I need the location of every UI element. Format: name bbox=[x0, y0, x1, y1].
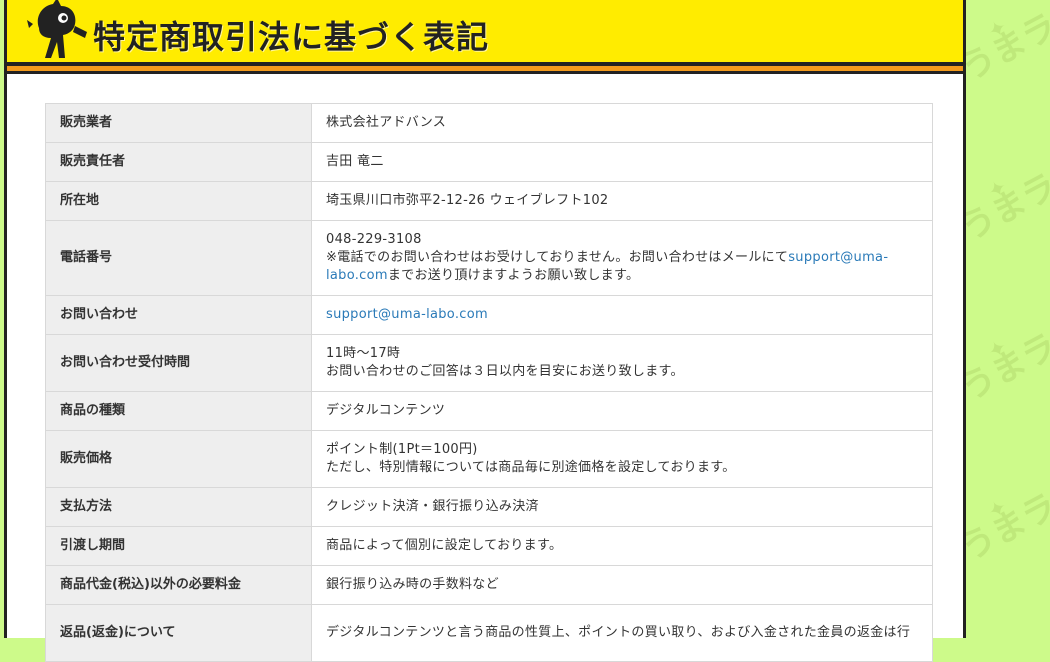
value-text: 11時～17時 bbox=[326, 346, 401, 361]
value-text: 銀行振り込み時の手数料など bbox=[326, 577, 499, 592]
row-value: 商品によって個別に設定しております。 bbox=[311, 526, 933, 566]
content-panel: 特定商取引法に基づく表記 販売業者 株式会社アドバンス 販売責任者 吉田 竜二 … bbox=[4, 0, 966, 662]
row-label: お問い合わせ bbox=[45, 295, 312, 335]
row-label: 電話番号 bbox=[45, 220, 312, 296]
table-row: 商品代金(税込)以外の必要料金 銀行振り込み時の手数料など bbox=[45, 565, 933, 605]
legal-info-table: 販売業者 株式会社アドバンス 販売責任者 吉田 竜二 所在地 埼玉県川口市弥平2… bbox=[45, 103, 933, 662]
table-row: 引渡し期間 商品によって個別に設定しております。 bbox=[45, 526, 933, 566]
row-label: 販売価格 bbox=[45, 430, 312, 488]
watermark-logo: ✦ うまラボ bbox=[954, 309, 1050, 410]
row-label: 所在地 bbox=[45, 181, 312, 221]
watermark-logo: ✦ うまラボ bbox=[954, 149, 1050, 250]
note-text: ※電話でのお問い合わせはお受けしておりません。お問い合わせはメールにて bbox=[326, 250, 789, 265]
row-label: 返品(返金)について bbox=[45, 604, 312, 662]
watermark-logo: ✦ うまラボ bbox=[954, 469, 1050, 570]
phone-number: 048-229-3108 bbox=[326, 232, 422, 247]
note-text: までお送り頂けますようお願い致します。 bbox=[387, 268, 640, 283]
row-value: 11時～17時 お問い合わせのご回答は３日以内を目安にお送り致します。 bbox=[311, 334, 933, 392]
row-value: デジタルコンテンツ bbox=[311, 391, 933, 431]
header-divider bbox=[7, 71, 963, 74]
value-text: クレジット決済・銀行振り込み決済 bbox=[326, 499, 539, 514]
value-text: デジタルコンテンツ bbox=[326, 403, 446, 418]
table-row: 販売価格 ポイント制(1Pt＝100円) ただし、特別情報については商品毎に別途… bbox=[45, 430, 933, 488]
table-row: 商品の種類 デジタルコンテンツ bbox=[45, 391, 933, 431]
row-value: 銀行振り込み時の手数料など bbox=[311, 565, 933, 605]
row-value: support@uma-labo.com bbox=[311, 295, 933, 335]
value-text: ただし、特別情報については商品毎に別途価格を設定しております。 bbox=[326, 460, 736, 475]
page-title: 特定商取引法に基づく表記 bbox=[93, 18, 490, 56]
value-text: 商品によって個別に設定しております。 bbox=[326, 538, 563, 553]
row-value: 048-229-3108 ※電話でのお問い合わせはお受けしておりません。お問い合… bbox=[311, 220, 933, 296]
row-label: 引渡し期間 bbox=[45, 526, 312, 566]
row-value: 株式会社アドバンス bbox=[311, 103, 933, 143]
watermark-logo: ✦ うまラボ bbox=[954, 0, 1050, 90]
horse-mascot-icon bbox=[27, 0, 87, 58]
table-row: 支払方法 クレジット決済・銀行振り込み決済 bbox=[45, 487, 933, 527]
value-text: 株式会社アドバンス bbox=[326, 115, 447, 130]
row-value: 吉田 竜二 bbox=[311, 142, 933, 182]
contact-email-link[interactable]: support@uma-labo.com bbox=[326, 307, 488, 322]
row-label: 商品代金(税込)以外の必要料金 bbox=[45, 565, 312, 605]
page-header: 特定商取引法に基づく表記 bbox=[7, 0, 963, 66]
row-value: ポイント制(1Pt＝100円) ただし、特別情報については商品毎に別途価格を設定… bbox=[311, 430, 933, 488]
row-label: 販売責任者 bbox=[45, 142, 312, 182]
table-row: 販売責任者 吉田 竜二 bbox=[45, 142, 933, 182]
phone-note: ※電話でのお問い合わせはお受けしておりません。お問い合わせはメールにてsuppo… bbox=[326, 249, 918, 285]
row-value: 埼玉県川口市弥平2-12-26 ウェイブレフト102 bbox=[311, 181, 933, 221]
row-value: クレジット決済・銀行振り込み決済 bbox=[311, 487, 933, 527]
table-row: お問い合わせ受付時間 11時～17時 お問い合わせのご回答は３日以内を目安にお送… bbox=[45, 334, 933, 392]
value-text: 埼玉県川口市弥平2-12-26 ウェイブレフト102 bbox=[326, 193, 609, 208]
row-value: デジタルコンテンツと言う商品の性質上、ポイントの買い取り、および入金された金員の… bbox=[311, 604, 933, 662]
row-label: 支払方法 bbox=[45, 487, 312, 527]
table-row: お問い合わせ support@uma-labo.com bbox=[45, 295, 933, 335]
row-label: 販売業者 bbox=[45, 103, 312, 143]
row-label: お問い合わせ受付時間 bbox=[45, 334, 312, 392]
table-row: 電話番号 048-229-3108 ※電話でのお問い合わせはお受けしておりません… bbox=[45, 220, 933, 296]
table-row: 返品(返金)について デジタルコンテンツと言う商品の性質上、ポイントの買い取り、… bbox=[45, 604, 933, 662]
table-row: 所在地 埼玉県川口市弥平2-12-26 ウェイブレフト102 bbox=[45, 181, 933, 221]
value-text: 吉田 竜二 bbox=[326, 154, 384, 169]
value-text: お問い合わせのご回答は３日以内を目安にお送り致します。 bbox=[326, 364, 684, 379]
table-row: 販売業者 株式会社アドバンス bbox=[45, 103, 933, 143]
value-text: ポイント制(1Pt＝100円) bbox=[326, 442, 478, 457]
row-label: 商品の種類 bbox=[45, 391, 312, 431]
